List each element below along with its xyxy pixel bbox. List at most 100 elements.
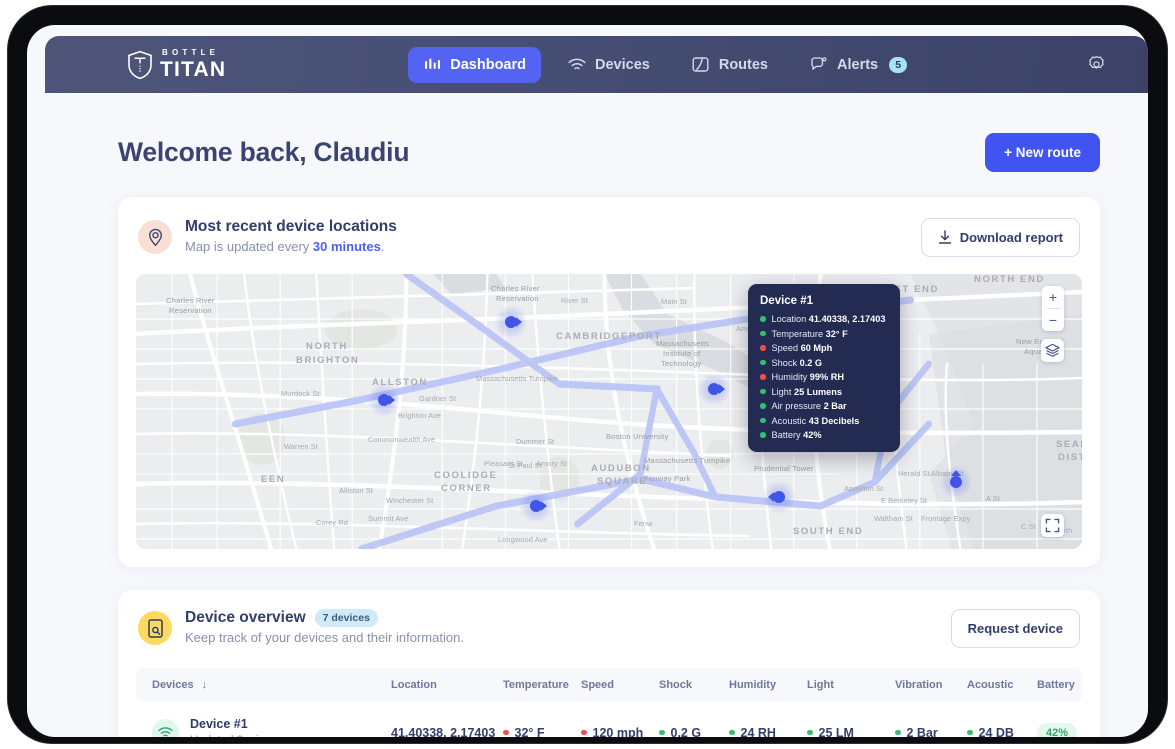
light-value: 25 LM [818,725,854,737]
logo-bottom-text: TITAN [160,58,227,81]
status-dot [760,432,766,438]
cell-vibration: 2 Bar [895,702,967,737]
cell-device: Device #1 Updated 2 min ago [136,702,391,737]
tooltip-row: Acoustic 43 Decibels [760,416,888,426]
zoom-out-button[interactable]: − [1042,309,1064,331]
device-overview-card: Device overview 7 devices Keep track of … [118,590,1100,737]
wifi-icon [568,56,586,74]
tooltip-row-text: Temperature 32° F [771,328,848,339]
tooltip-row-text: Acoustic 43 Decibels [771,415,860,426]
column-header-light[interactable]: Light [807,668,895,702]
wifi-icon [152,719,179,737]
nav-items: Dashboard Devices Routes Alerts 5 [408,46,922,83]
cell-temperature: 32° F [503,702,581,737]
temperature-value: 32° F [514,725,545,737]
device-search-icon [138,611,172,645]
tooltip-row: Shock 0.2 G [760,358,888,368]
tooltip-row-text: Air pressure 2 Bar [771,401,847,411]
tooltip-row: Location 41.40338, 2.17403 [760,314,888,324]
column-header-shock[interactable]: Shock [659,668,729,702]
status-dot [760,316,766,322]
device-overview-title: Device overview [185,609,306,626]
new-route-button[interactable]: + New route [985,133,1100,172]
download-icon [938,230,951,244]
device-overview-title-row: Device overview 7 devices [185,609,951,627]
map-card-title: Most recent device locations [185,218,397,235]
devices-table: Devices ↓ Location Temperature Speed Sho… [136,668,1082,737]
notification-bell-icon [810,56,828,74]
map-fullscreen-button[interactable] [1041,514,1064,537]
devices-table-body: Device #1 Updated 2 min ago 41.40338, 2.… [136,702,1082,737]
tooltip-row-text: Location 41.40338, 2.17403 [771,314,886,324]
device-marker[interactable] [367,383,401,417]
nav-item-dashboard[interactable]: Dashboard [408,46,542,83]
status-dot [760,359,766,366]
map-update-interval: 30 minutes [312,239,381,254]
nav-item-alerts[interactable]: Alerts 5 [795,47,922,83]
tooltip-row-text: Shock 0.2 G [771,357,823,368]
app-logo[interactable]: BOTTLE TITAN [127,49,226,80]
map-layers-button[interactable] [1041,339,1064,362]
settings-button[interactable] [1084,53,1108,77]
device-tooltip: Device #1 Location 41.40338, 2.17403 Temp… [748,284,900,452]
top-navigation-bar: BOTTLE TITAN Dashboard Devices Routes Al… [45,36,1148,93]
cell-acoustic: 24 DB [967,702,1037,737]
nav-label-routes: Routes [718,56,768,73]
cell-humidity: 24 RH [729,702,807,737]
map-zoom-controls[interactable]: + − [1042,286,1064,331]
map-card-header: Most recent device locations Map is upda… [136,218,1082,257]
tooltip-row: Battery 42% [760,430,888,440]
cell-speed: 120 mph [581,702,659,737]
fullscreen-icon [1045,518,1060,533]
nav-label-alerts: Alerts [837,56,879,73]
column-header-vibration[interactable]: Vibration [895,668,967,702]
logo-top-text: BOTTLE [162,48,220,57]
table-row[interactable]: Device #1 Updated 2 min ago 41.40338, 2.… [136,702,1082,737]
tooltip-row-text: Speed 60 Mph [771,343,833,353]
alerts-badge: 5 [889,56,908,73]
humidity-value: 24 RH [740,725,776,737]
column-header-acoustic[interactable]: Acoustic [967,668,1037,702]
nav-label-dashboard: Dashboard [450,56,527,73]
map-card-subtitle: Map is updated every 30 minutes. [185,239,921,254]
device-marker-selected[interactable] [939,465,973,499]
column-header-devices[interactable]: Devices ↓ [136,668,391,702]
request-device-button[interactable]: Request device [950,609,1080,648]
cell-battery: 42% [1037,702,1082,737]
page-content: Welcome back, Claudiu + New route Most r… [45,93,1148,737]
nav-item-routes[interactable]: Routes [677,47,783,83]
column-header-battery[interactable]: Battery [1037,668,1082,702]
vibration-value: 2 Bar [906,725,938,737]
device-marker[interactable] [762,480,796,514]
column-header-humidity[interactable]: Humidity [729,668,807,702]
column-header-location[interactable]: Location [391,668,503,702]
map-fold-icon [692,56,710,74]
status-dot [760,374,766,380]
tooltip-row-text: Light 25 Lumens [771,386,842,397]
tooltip-row-text: Battery 42% [771,430,822,440]
status-dot [760,403,766,409]
map-subtitle-suffix: . [380,239,385,254]
device-marker[interactable] [697,372,731,406]
download-report-button[interactable]: Download report [920,218,1080,257]
column-header-speed[interactable]: Speed [581,668,659,702]
location-pin-icon [138,220,172,254]
arrow-down-icon: ↓ [201,679,208,691]
nav-item-devices[interactable]: Devices [553,47,665,83]
table-header-row: Devices ↓ Location Temperature Speed Sho… [136,668,1082,702]
device-marker[interactable] [494,305,528,339]
device-map[interactable]: Charles River Reservation Charles River Res… [136,274,1082,549]
cell-light: 25 LM [807,702,895,737]
welcome-row: Welcome back, Claudiu + New route [45,93,1148,172]
status-dot [760,388,766,395]
device-marker[interactable] [519,489,553,523]
acoustic-value: 24 DB [978,725,1014,737]
column-header-temperature[interactable]: Temperature [503,668,581,702]
device-updated: Updated 2 min ago [190,735,287,737]
cell-shock: 0.2 G [659,702,729,737]
zoom-in-button[interactable]: + [1042,286,1064,308]
tooltip-row: Light 25 Lumens [760,387,888,397]
device-name: Device #1 [190,717,248,731]
status-dot [760,345,766,351]
device-overview-header: Device overview 7 devices Keep track of … [136,609,1082,648]
